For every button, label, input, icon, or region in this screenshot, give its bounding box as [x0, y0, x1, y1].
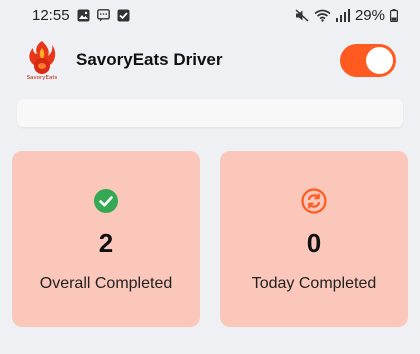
app-logo: SavoryEats [27, 41, 58, 81]
today-completed-label: Today Completed [251, 275, 377, 292]
refresh-circle-icon [301, 188, 327, 214]
today-completed-count: 0 [306, 228, 322, 258]
app-title: SavoryEats Driver [76, 50, 223, 69]
status-left: 12:55 [32, 7, 130, 24]
status-time: 12:55 [32, 6, 70, 24]
message-icon [96, 8, 110, 21]
signal-icon [335, 8, 350, 22]
gallery-icon [77, 9, 90, 21]
battery-percent: 29% [354, 6, 385, 24]
logo-text: SavoryEats [27, 75, 58, 81]
info-bar [17, 99, 403, 127]
status-right: 29% [295, 7, 398, 24]
app-header: SavoryEats SavoryEats Driver [0, 30, 420, 90]
overall-completed-count: 2 [98, 228, 114, 258]
checkbox-icon [117, 9, 130, 21]
overall-completed-card[interactable]: 2 Overall Completed [12, 151, 200, 327]
toggle-knob [366, 46, 393, 74]
battery-icon [390, 8, 398, 22]
status-bar: 12:55 29% [0, 0, 420, 30]
check-circle-icon [94, 189, 118, 213]
today-completed-card[interactable]: 0 Today Completed [220, 151, 408, 327]
overall-completed-label: Overall Completed [39, 275, 173, 292]
mute-icon [295, 8, 309, 22]
app-screen: 12:55 29% SavoryEats SavoryEats Driver 2… [0, 0, 420, 354]
wifi-icon [314, 9, 331, 22]
online-toggle[interactable] [340, 43, 396, 77]
